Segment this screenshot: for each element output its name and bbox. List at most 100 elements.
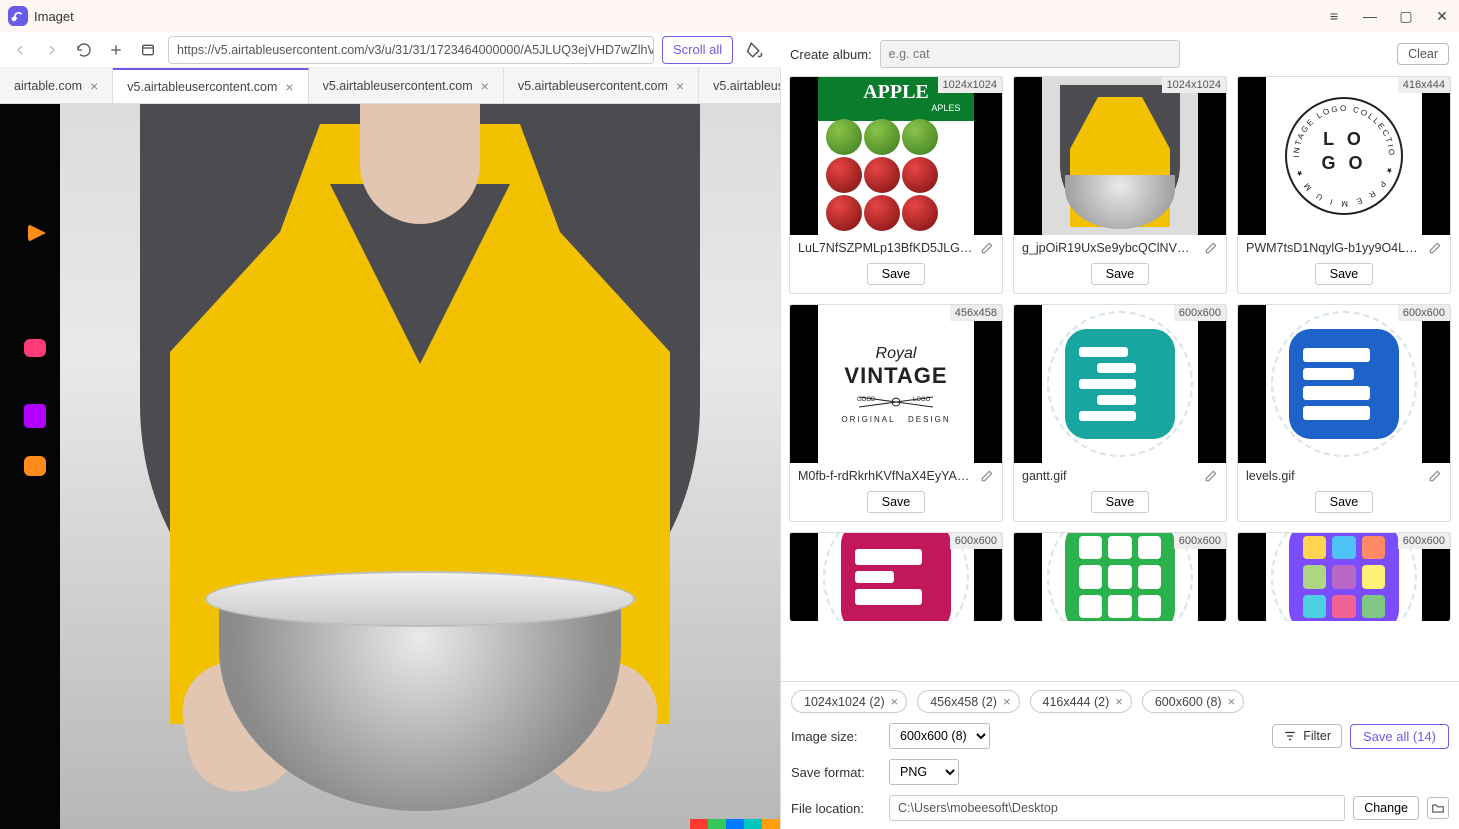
- tab-2[interactable]: v5.airtableusercontent.com ×: [309, 68, 504, 103]
- filter-button-label: Filter: [1303, 729, 1331, 743]
- thumbnail-image[interactable]: 600x600: [790, 533, 1002, 621]
- thumbnail-image[interactable]: 600x600: [1238, 305, 1450, 463]
- album-row: Create album: Clear: [780, 36, 1459, 72]
- thumbnail-image[interactable]: L OG OVINTAGE LOGO COLLECTION★ P R E M I…: [1238, 77, 1450, 235]
- chip-label: 456x458 (2): [930, 695, 997, 709]
- close-button[interactable]: ✕: [1433, 8, 1451, 25]
- thumbnail-image[interactable]: 600x600: [1238, 533, 1450, 621]
- tab-label: airtable.com: [14, 79, 82, 93]
- remove-chip-icon[interactable]: ×: [1003, 694, 1011, 709]
- edit-icon[interactable]: [1204, 469, 1218, 483]
- thumbnail-image[interactable]: 600x600: [1014, 305, 1226, 463]
- chip-label: 1024x1024 (2): [804, 695, 885, 709]
- thumbnail-card[interactable]: 600x600 gantt.gif Save: [1013, 304, 1227, 522]
- close-icon[interactable]: ×: [285, 79, 293, 95]
- thumbnail-card[interactable]: 600x600 levels.gif Save: [1237, 304, 1451, 522]
- tab-label: v5.airtableusercontent.com: [323, 79, 473, 93]
- tab-4[interactable]: v5.airtableuser: [699, 68, 780, 103]
- thumbnail-image[interactable]: APPLEAPLES1024x1024: [790, 77, 1002, 235]
- thumbnail-card[interactable]: 600x600: [1013, 532, 1227, 621]
- site-info-button[interactable]: [136, 38, 160, 62]
- tab-0[interactable]: airtable.com ×: [0, 68, 113, 103]
- hamburger-icon[interactable]: ≡: [1325, 8, 1343, 24]
- clear-button[interactable]: Clear: [1397, 43, 1449, 65]
- filter-button[interactable]: Filter: [1272, 724, 1342, 748]
- save-button[interactable]: Save: [1091, 491, 1150, 513]
- dimension-badge: 456x458: [950, 305, 1002, 321]
- tab-label: v5.airtableusercontent.com: [127, 80, 277, 94]
- open-folder-icon[interactable]: [1427, 797, 1449, 819]
- thumbnail-card[interactable]: 1024x1024g_jpOiR19UxSe9ybcQClNVORstXSave: [1013, 76, 1227, 294]
- app-logo: [8, 6, 28, 26]
- image-size-select[interactable]: 600x600 (8): [889, 723, 990, 749]
- remove-chip-icon[interactable]: ×: [1115, 694, 1123, 709]
- thumbnail-card[interactable]: 600x600: [789, 532, 1003, 621]
- dimension-badge: 1024x1024: [938, 77, 1002, 93]
- create-album-input[interactable]: [880, 40, 1180, 68]
- window-controls: ≡ — ▢ ✕: [1325, 8, 1451, 25]
- image-size-label: Image size:: [791, 729, 881, 744]
- remove-chip-icon[interactable]: ×: [891, 694, 899, 709]
- thumbnail-card[interactable]: APPLEAPLES1024x1024 LuL7NfSZPMLp13BfKD5JL…: [789, 76, 1003, 294]
- tabstrip: airtable.com × v5.airtableusercontent.co…: [0, 68, 780, 104]
- dimension-badge: 600x600: [1174, 305, 1226, 321]
- save-button[interactable]: Save: [1315, 491, 1374, 513]
- edit-icon[interactable]: [1428, 241, 1442, 255]
- tab-3[interactable]: v5.airtableusercontent.com ×: [504, 68, 699, 103]
- close-icon[interactable]: ×: [676, 78, 684, 94]
- browser-panel: airtable.com × v5.airtableusercontent.co…: [0, 68, 780, 829]
- forward-button[interactable]: [40, 38, 64, 62]
- dimension-badge: 1024x1024: [1162, 77, 1226, 93]
- filter-chip[interactable]: 1024x1024 (2) ×: [791, 690, 907, 713]
- edit-icon[interactable]: [1204, 241, 1218, 255]
- titlebar: Imaget ≡ — ▢ ✕: [0, 0, 1459, 32]
- page-preview: [0, 104, 780, 829]
- close-icon[interactable]: ×: [481, 78, 489, 94]
- app-title: Imaget: [34, 9, 74, 24]
- chip-label: 416x444 (2): [1043, 695, 1110, 709]
- filename-label: LuL7NfSZPMLp13BfKD5JLGvrJ_o…: [798, 241, 974, 255]
- filter-chip[interactable]: 456x458 (2) ×: [917, 690, 1019, 713]
- change-location-button[interactable]: Change: [1353, 796, 1419, 820]
- save-format-select[interactable]: PNG: [889, 759, 959, 785]
- filename-label: levels.gif: [1246, 469, 1422, 483]
- thumbnail-card[interactable]: 600x600: [1237, 532, 1451, 621]
- save-button[interactable]: Save: [867, 263, 926, 285]
- filename-label: gantt.gif: [1022, 469, 1198, 483]
- back-button[interactable]: [8, 38, 32, 62]
- filter-chip[interactable]: 416x444 (2) ×: [1030, 690, 1132, 713]
- edit-icon[interactable]: [980, 241, 994, 255]
- file-location-label: File location:: [791, 801, 881, 816]
- tab-1[interactable]: v5.airtableusercontent.com ×: [113, 68, 308, 103]
- paint-bucket-icon[interactable]: [741, 36, 769, 64]
- thumbnail-grid: APPLEAPLES1024x1024 LuL7NfSZPMLp13BfKD5JL…: [781, 68, 1459, 681]
- new-tab-button[interactable]: [104, 38, 128, 62]
- svg-text:G O: G O: [1321, 153, 1366, 173]
- close-icon[interactable]: ×: [90, 78, 98, 94]
- minimize-button[interactable]: —: [1361, 8, 1379, 24]
- create-album-label: Create album:: [790, 47, 872, 62]
- filename-label: M0fb-f-rdRkrhKVfNaX4EyYAaqU: [798, 469, 974, 483]
- reload-button[interactable]: [72, 38, 96, 62]
- edit-icon[interactable]: [980, 469, 994, 483]
- file-location-input[interactable]: [889, 795, 1345, 821]
- thumbnail-card[interactable]: L OG OVINTAGE LOGO COLLECTION★ P R E M I…: [1237, 76, 1451, 294]
- save-button[interactable]: Save: [867, 491, 926, 513]
- tab-label: v5.airtableusercontent.com: [518, 79, 668, 93]
- scroll-all-button[interactable]: Scroll all: [662, 36, 733, 64]
- filename-label: PWM7tsD1NqylG-b1yy9O4LzZFc: [1246, 241, 1422, 255]
- remove-chip-icon[interactable]: ×: [1228, 694, 1236, 709]
- thumbnail-image[interactable]: 600x600: [1014, 533, 1226, 621]
- thumbnail-image[interactable]: RoyalVINTAGEGOODLOGOORIGINAL DESIGN456x4…: [790, 305, 1002, 463]
- save-button[interactable]: Save: [1315, 263, 1374, 285]
- thumbnail-card[interactable]: RoyalVINTAGEGOODLOGOORIGINAL DESIGN456x4…: [789, 304, 1003, 522]
- save-format-label: Save format:: [791, 765, 881, 780]
- maximize-button[interactable]: ▢: [1397, 8, 1415, 25]
- edit-icon[interactable]: [1428, 469, 1442, 483]
- filter-chip[interactable]: 600x600 (8)×: [1142, 690, 1244, 713]
- url-input[interactable]: https://v5.airtableusercontent.com/v3/u/…: [168, 36, 654, 64]
- save-button[interactable]: Save: [1091, 263, 1150, 285]
- results-panel: APPLEAPLES1024x1024 LuL7NfSZPMLp13BfKD5JL…: [780, 68, 1459, 829]
- save-all-button[interactable]: Save all (14): [1350, 724, 1449, 749]
- thumbnail-image[interactable]: 1024x1024: [1014, 77, 1226, 235]
